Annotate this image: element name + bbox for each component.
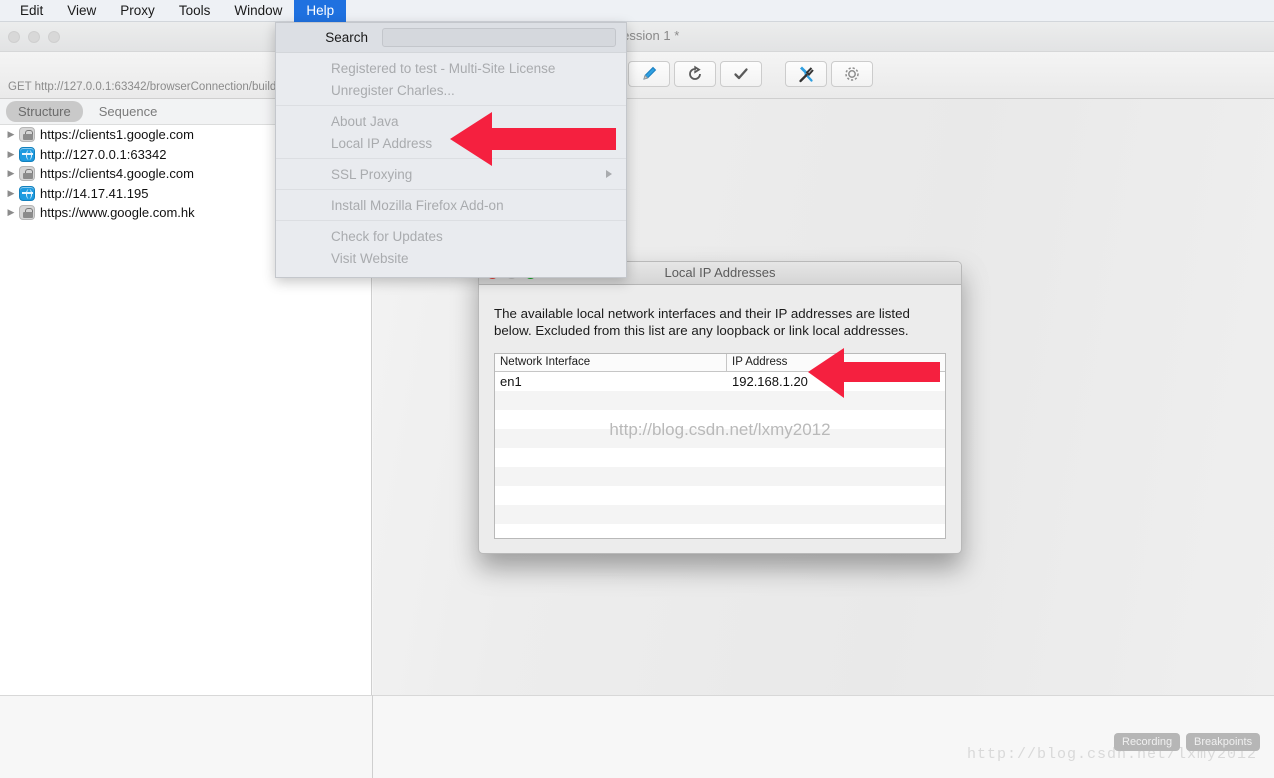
- lock-icon: [18, 127, 36, 143]
- table-row[interactable]: [495, 391, 945, 410]
- menu-item-unregister-charles[interactable]: Unregister Charles...: [276, 79, 626, 101]
- recording-toggle[interactable]: Recording: [1114, 733, 1181, 751]
- breakpoints-toggle[interactable]: Breakpoints: [1186, 733, 1261, 751]
- expand-triangle-icon[interactable]: ▶: [4, 188, 18, 199]
- tree-item-label: http://14.17.41.195: [40, 185, 149, 201]
- reload-icon: [689, 65, 701, 80]
- help-dropdown-menu: Search Registered to test - Multi-Site L…: [275, 22, 627, 278]
- screen: Edit View Proxy Tools Window Help 2 - Se…: [0, 0, 1274, 778]
- search-label: Search: [325, 30, 368, 45]
- menu-group-info: About Java Local IP Address: [276, 106, 626, 159]
- reload-button[interactable]: [674, 61, 716, 87]
- menu-group-license: Registered to test - Multi-Site License …: [276, 53, 626, 106]
- menu-item-ssl-proxying[interactable]: SSL Proxying: [276, 163, 626, 185]
- table-row[interactable]: [495, 448, 945, 467]
- gear-icon: [845, 67, 859, 81]
- table-header-row: Network Interface IP Address: [495, 354, 945, 372]
- expand-triangle-icon[interactable]: ▶: [4, 129, 18, 140]
- menu-group-addon: Install Mozilla Firefox Add-on: [276, 190, 626, 221]
- tree-item-label: https://clients1.google.com: [40, 127, 194, 143]
- tools-button[interactable]: [785, 61, 827, 87]
- menubar-item-proxy[interactable]: Proxy: [108, 0, 167, 22]
- dialog-description: The available local network interfaces a…: [494, 306, 910, 338]
- menubar-item-help[interactable]: Help: [294, 0, 347, 22]
- checkmark-icon: [734, 68, 748, 80]
- menu-item-local-ip-address[interactable]: Local IP Address: [276, 132, 626, 154]
- menu-item-visit-website[interactable]: Visit Website: [276, 247, 626, 269]
- dialog-watermark: http://blog.csdn.net/lxmy2012: [609, 420, 831, 439]
- window-title: 2 - Session 1 *: [594, 28, 680, 43]
- globe-icon: [18, 185, 36, 201]
- menubar-item-edit[interactable]: Edit: [8, 0, 55, 22]
- menu-group-updates: Check for Updates Visit Website: [276, 221, 626, 273]
- cell-network-interface: en1: [500, 374, 522, 389]
- settings-gear-button[interactable]: [831, 61, 873, 87]
- tree-item-label: http://127.0.0.1:63342: [40, 146, 167, 162]
- menu-bar: Edit View Proxy Tools Window Help: [0, 0, 1274, 22]
- tools-icon: [799, 66, 814, 83]
- interfaces-table: Network Interface IP Address en1 192.168…: [494, 353, 946, 539]
- column-header-ip-address[interactable]: IP Address: [727, 354, 945, 371]
- table-row[interactable]: [495, 467, 945, 486]
- tab-sequence[interactable]: Sequence: [87, 101, 170, 122]
- table-row[interactable]: [495, 505, 945, 524]
- cell-ip-address: 192.168.1.20: [732, 374, 808, 389]
- menu-item-label: SSL Proxying: [331, 166, 413, 182]
- status-bar-text: GET http://127.0.0.1:63342/browserConnec…: [8, 81, 296, 93]
- menubar-item-window[interactable]: Window: [222, 0, 294, 22]
- expand-triangle-icon[interactable]: ▶: [4, 168, 18, 179]
- tree-item-label: https://clients4.google.com: [40, 166, 194, 182]
- table-row[interactable]: [495, 524, 945, 538]
- tab-structure[interactable]: Structure: [6, 101, 83, 122]
- expand-triangle-icon[interactable]: ▶: [4, 207, 18, 218]
- checkmark-button[interactable]: [720, 61, 762, 87]
- dialog-body: The available local network interfaces a…: [479, 285, 961, 539]
- marker-pen-button[interactable]: [628, 61, 670, 87]
- table-row[interactable]: [495, 486, 945, 505]
- tree-item-label: https://www.google.com.hk: [40, 205, 195, 221]
- status-bar-divider: [0, 695, 373, 778]
- menu-group-ssl: SSL Proxying: [276, 159, 626, 190]
- menubar-item-tools[interactable]: Tools: [167, 0, 223, 22]
- chevron-right-icon: [606, 170, 612, 178]
- menu-item-registered-to: Registered to test - Multi-Site License: [331, 60, 556, 76]
- expand-triangle-icon[interactable]: ▶: [4, 149, 18, 160]
- menu-item-about-java[interactable]: About Java: [276, 110, 626, 132]
- menu-item-check-for-updates[interactable]: Check for Updates: [276, 225, 626, 247]
- lock-icon: [18, 166, 36, 182]
- window-titlebar: 2 - Session 1 *: [0, 22, 1274, 52]
- search-input[interactable]: [382, 28, 616, 47]
- lock-icon: [18, 205, 36, 221]
- column-header-network-interface[interactable]: Network Interface: [495, 354, 727, 371]
- menu-item-install-firefox-addon[interactable]: Install Mozilla Firefox Add-on: [276, 194, 626, 216]
- table-row[interactable]: en1 192.168.1.20: [495, 372, 945, 391]
- marker-pen-icon: [643, 66, 657, 80]
- menubar-item-view[interactable]: View: [55, 0, 108, 22]
- local-ip-addresses-dialog: Local IP Addresses The available local n…: [478, 261, 962, 554]
- globe-icon: [18, 146, 36, 162]
- menu-search-row: Search: [276, 23, 626, 53]
